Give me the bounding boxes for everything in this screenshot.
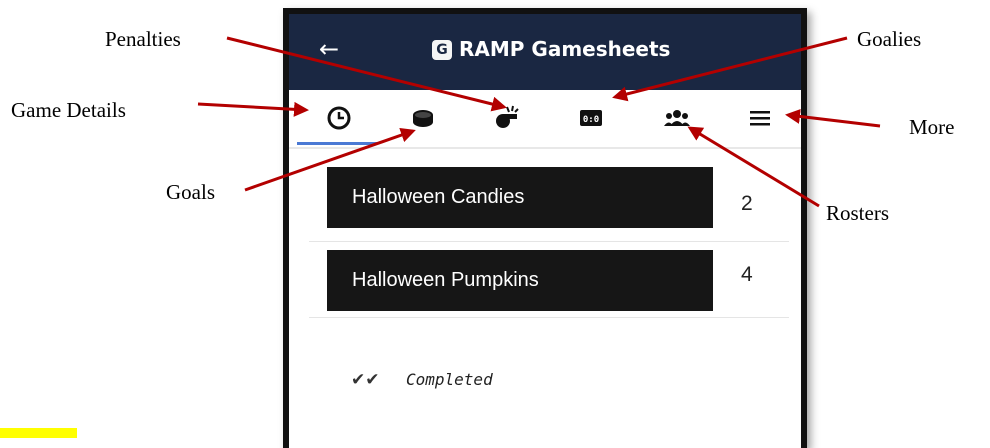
tab-bar: 0:0	[289, 90, 801, 149]
annotation-more: More	[909, 115, 955, 139]
people-icon[interactable]	[662, 104, 692, 132]
team-score-home: 2	[741, 192, 753, 215]
annotation-rosters: Rosters	[826, 201, 889, 225]
whistle-icon[interactable]	[491, 104, 521, 132]
active-tab-indicator	[297, 142, 377, 145]
puck-icon[interactable]	[408, 104, 438, 132]
hamburger-menu-icon[interactable]	[745, 104, 775, 132]
phone-screen: ← G RAMP Gamesheets 0:0 Halloween Candie…	[283, 8, 807, 448]
svg-text:0:0: 0:0	[583, 115, 599, 125]
game-status: Completed	[406, 370, 493, 389]
back-arrow-icon[interactable]: ←	[319, 34, 339, 64]
row-separator	[309, 317, 789, 318]
team-name-home: Halloween Candies	[327, 167, 713, 228]
double-check-icon: ✔✔	[351, 370, 380, 390]
team-name-away: Halloween Pumpkins	[327, 250, 713, 311]
row-separator	[309, 241, 789, 242]
annotation-game-details: Game Details	[11, 98, 126, 122]
scoreboard-icon[interactable]: 0:0	[576, 104, 606, 132]
tab-divider	[289, 147, 801, 149]
app-header: ← G RAMP Gamesheets	[289, 14, 801, 90]
annotation-goalies: Goalies	[857, 27, 922, 51]
annotation-penalties: Penalties	[105, 27, 181, 51]
gamesheets-logo-icon: G	[432, 40, 452, 60]
team-score-away: 4	[741, 263, 753, 286]
app-title: RAMP Gamesheets	[459, 37, 671, 61]
annotation-goals: Goals	[166, 180, 215, 204]
yellow-highlight	[0, 428, 77, 438]
clock-icon[interactable]	[324, 104, 354, 132]
